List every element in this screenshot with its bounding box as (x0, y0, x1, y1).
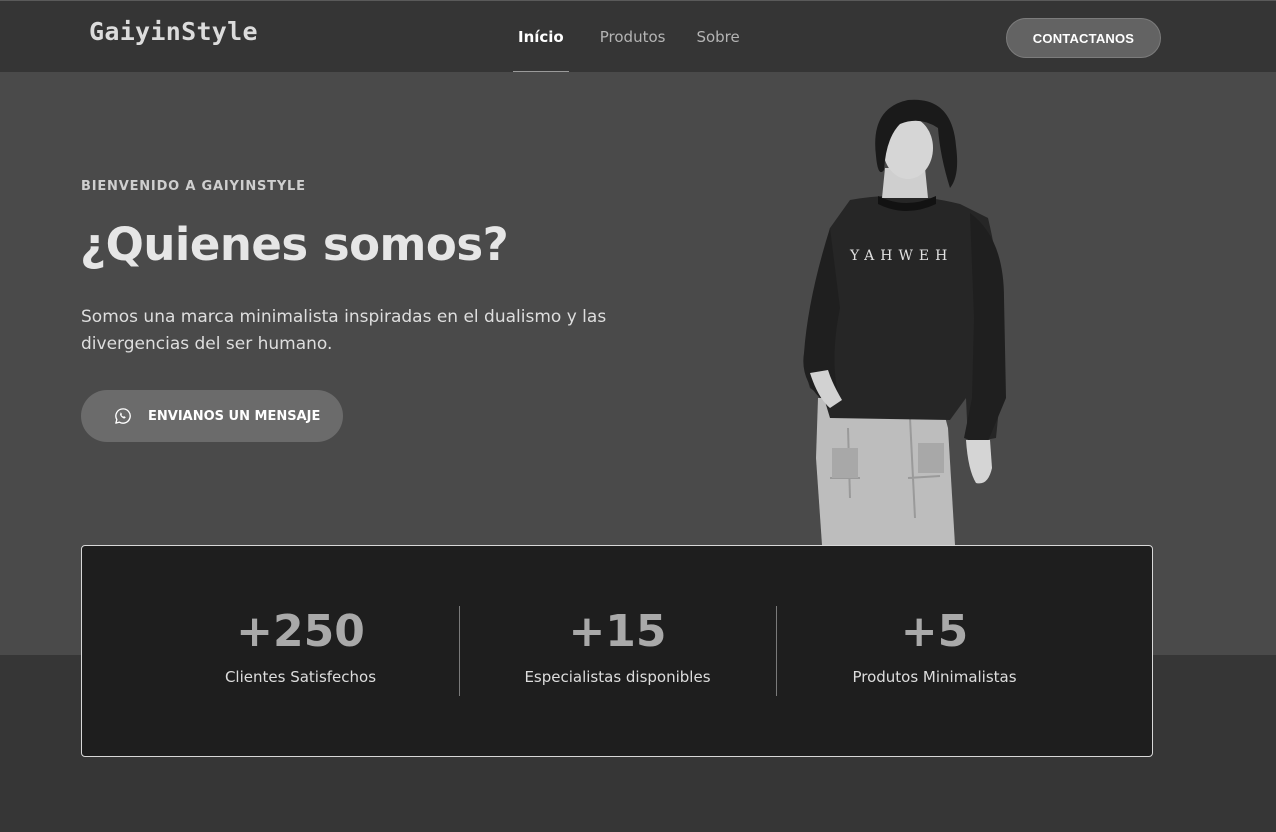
stat-label: Produtos Minimalistas (852, 668, 1017, 686)
nav-link-produtos[interactable]: Produtos (600, 1, 666, 73)
stat-value: +15 (568, 606, 667, 657)
stat-label: Especialistas disponibles (524, 668, 711, 686)
shirt-print: YAHWEH (849, 248, 953, 264)
stat-label: Clientes Satisfechos (224, 668, 377, 686)
stat-clients: +250 Clientes Satisfechos (142, 606, 459, 686)
stat-value: +5 (900, 606, 969, 657)
page-title: ¿Quienes somos? (80, 218, 509, 271)
stat-specialists: +15 Especialistas disponibles (459, 606, 776, 686)
stats-panel: +250 Clientes Satisfechos +15 Especialis… (81, 545, 1153, 757)
send-message-label: ENVIANOS UN MENSAJE (148, 408, 321, 424)
stat-products: +5 Produtos Minimalistas (776, 606, 1093, 686)
hero-eyebrow: BIENVENIDO A GAIYINSTYLE (81, 179, 306, 194)
brand-logo[interactable]: GaiyinStyle (89, 17, 258, 46)
nav-link-inicio[interactable]: Início (513, 1, 569, 73)
hero-description: Somos una marca minimalista inspiradas e… (81, 307, 607, 354)
send-message-button[interactable]: ENVIANOS UN MENSAJE (81, 390, 343, 442)
stat-value: +250 (236, 606, 365, 657)
main-nav: Início Produtos Sobre (513, 1, 771, 73)
whatsapp-icon (115, 408, 131, 424)
nav-link-sobre[interactable]: Sobre (696, 1, 739, 73)
navbar: GaiyinStyle Início Produtos Sobre CONTAC… (0, 0, 1276, 73)
model-photo: YAHWEH (803, 99, 1006, 545)
contact-button[interactable]: CONTACTANOS (1006, 18, 1161, 58)
